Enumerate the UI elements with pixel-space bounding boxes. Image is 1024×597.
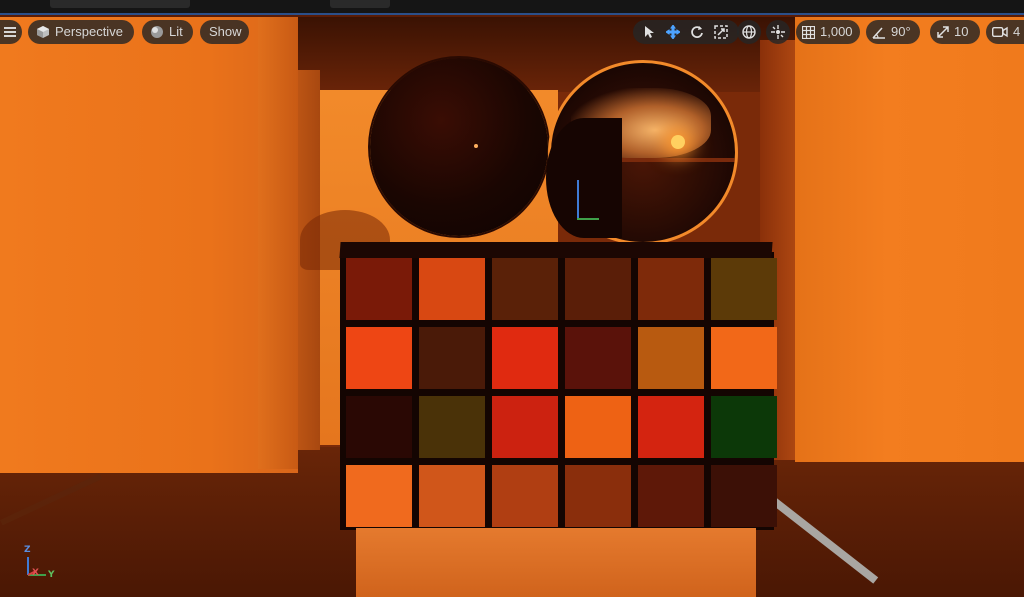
axis-z-label: Z: [24, 545, 31, 555]
scale-snap-button[interactable]: 10: [930, 20, 980, 44]
rotation-snap-button[interactable]: 90°: [866, 20, 920, 44]
color-chip: [346, 327, 412, 389]
color-chip: [638, 396, 704, 458]
lighting-mode-button[interactable]: Lit: [142, 20, 193, 44]
show-label: Show: [209, 24, 242, 39]
world-space-toggle[interactable]: [737, 20, 761, 44]
move-tool-button[interactable]: [661, 20, 685, 44]
color-chip: [419, 327, 485, 389]
left-wall-edge: [258, 17, 298, 469]
view-mode-label: Perspective: [55, 24, 123, 39]
color-chip: [565, 327, 631, 389]
color-chip: [638, 258, 704, 320]
select-icon: [645, 26, 654, 38]
rotate-icon: [691, 26, 703, 38]
chrome-sphere-dark[interactable]: [370, 58, 548, 236]
scale-snap-icon: [937, 26, 949, 38]
globe-icon: [742, 25, 756, 39]
color-chip: [711, 258, 777, 320]
color-checker-chart: [346, 258, 777, 527]
sphere-shadow-side: [546, 118, 622, 238]
axis-y-label: Y: [48, 570, 55, 580]
color-chip: [492, 465, 558, 527]
gizmo-y-axis[interactable]: [577, 218, 599, 220]
color-chip: [492, 258, 558, 320]
left-wall: [0, 17, 298, 473]
color-chip: [419, 258, 485, 320]
color-chip: [565, 465, 631, 527]
color-checker-base: [356, 528, 756, 597]
gizmo-z-axis[interactable]: [577, 180, 579, 220]
color-checker-top: [339, 242, 773, 258]
viewport-options-button[interactable]: [0, 20, 22, 44]
axis-indicator: Z X Y: [20, 545, 60, 585]
rotation-snap-value: 90°: [891, 24, 911, 39]
cube-icon: [36, 25, 50, 39]
snap-surface-icon: [771, 25, 785, 39]
color-chip: [565, 396, 631, 458]
hamburger-icon: [4, 27, 16, 37]
color-chip: [346, 258, 412, 320]
move-icon: [666, 25, 680, 39]
level-viewport[interactable]: Perspective Lit Show 1,000 90° 10 4 Z X …: [0, 0, 1024, 597]
toolbar-fragment: [330, 0, 390, 8]
select-tool-button[interactable]: [637, 20, 661, 44]
camera-speed-value: 4: [1013, 24, 1021, 39]
color-chip: [711, 327, 777, 389]
color-chip: [711, 396, 777, 458]
scale-icon: [714, 25, 728, 39]
scale-snap-value: 10: [954, 24, 969, 39]
show-flags-button[interactable]: Show: [200, 20, 249, 44]
color-chip: [638, 327, 704, 389]
grid-snap-value: 1,000: [820, 24, 853, 39]
color-chip: [346, 396, 412, 458]
color-chip: [711, 465, 777, 527]
color-chip: [638, 465, 704, 527]
level-tab[interactable]: [50, 0, 190, 8]
rotate-tool-button[interactable]: [685, 20, 709, 44]
camera-icon: [992, 26, 1008, 38]
camera-speed-button[interactable]: 4: [986, 20, 1024, 44]
grid-snap-button[interactable]: 1,000: [796, 20, 860, 44]
color-chip: [419, 465, 485, 527]
viewport-toolbar: Perspective Lit Show 1,000 90° 10 4: [0, 20, 1024, 46]
color-chip: [492, 396, 558, 458]
color-chip: [346, 465, 412, 527]
surface-snapping-toggle[interactable]: [766, 20, 790, 44]
lighting-mode-label: Lit: [169, 24, 183, 39]
transform-tools-group: [633, 20, 739, 44]
scale-tool-button[interactable]: [709, 20, 733, 44]
grid-icon: [802, 25, 815, 39]
sphere-icon: [150, 25, 164, 39]
color-chip: [419, 396, 485, 458]
view-mode-button[interactable]: Perspective: [28, 20, 134, 44]
editor-tab-strip: [0, 0, 1024, 15]
color-chip: [565, 258, 631, 320]
angle-icon: [872, 26, 886, 39]
axis-x-label: X: [32, 568, 39, 578]
right-wall: [795, 17, 1024, 462]
color-chip: [492, 327, 558, 389]
